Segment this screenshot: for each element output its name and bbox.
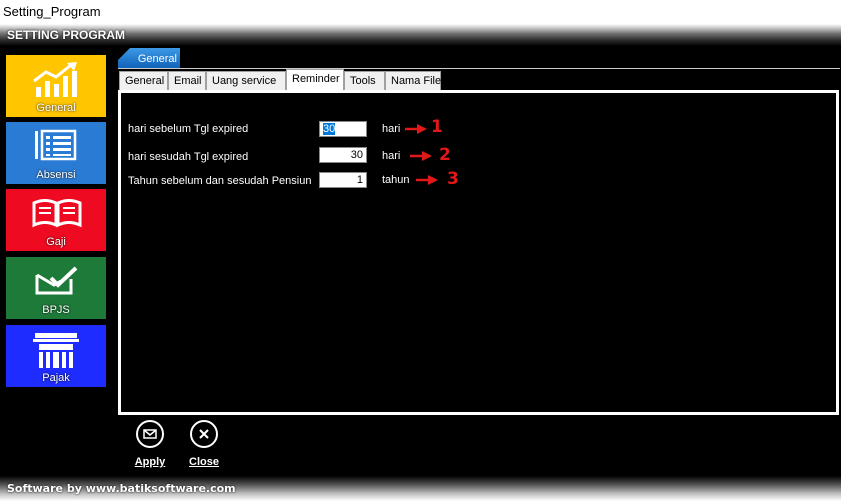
pension-years-input[interactable]: 1: [319, 172, 367, 188]
list-icon: [35, 129, 77, 161]
sidebar-item-label: Pajak: [42, 372, 70, 384]
tab-reminder[interactable]: Reminder: [286, 69, 344, 90]
apply-label: Apply: [134, 456, 166, 468]
tab-uang-service[interactable]: Uang service: [206, 71, 286, 90]
tab-email[interactable]: Email: [168, 71, 206, 90]
expired-before-unit: hari: [382, 123, 401, 135]
sidebar-item-pajak[interactable]: Pajak: [6, 325, 106, 387]
sidebar-item-label: General: [36, 102, 76, 114]
mail-icon: [136, 420, 164, 448]
footer-text: Software by www.batiksoftware.com: [7, 482, 236, 495]
tab-label: Uang service: [212, 75, 277, 87]
sidebar-item-gaji[interactable]: Gaji: [6, 189, 106, 251]
page-title: SETTING PROGRAM: [7, 28, 126, 42]
footer-bar: Software by www.batiksoftware.com: [0, 476, 841, 501]
apply-button[interactable]: Apply: [130, 420, 170, 468]
expired-after-unit: hari: [382, 150, 401, 162]
red-arrow-icon: [405, 124, 427, 134]
sidebar-item-absensi[interactable]: Absensi: [6, 122, 106, 184]
red-arrow-icon: [410, 151, 432, 161]
window-titlebar: Setting_Program: [0, 0, 841, 24]
pension-years-label: Tahun sebelum dan sesudah Pensiun: [128, 175, 312, 187]
tab-label: Email: [174, 75, 202, 87]
building-icon: [33, 333, 79, 368]
marker-number: 2: [439, 145, 451, 165]
expired-after-label: hari sesudah Tgl expired: [128, 151, 249, 163]
marker-number: 1: [431, 117, 443, 137]
group-tab-general[interactable]: General: [118, 48, 180, 68]
red-arrow-icon: [416, 175, 438, 185]
tab-nama-file[interactable]: Nama File: [385, 71, 441, 90]
close-button[interactable]: Close: [184, 420, 224, 468]
close-icon: [190, 420, 218, 448]
expired-before-value: 30: [323, 123, 336, 135]
tab-general[interactable]: General: [119, 71, 168, 90]
reminder-panel: [118, 90, 839, 415]
expired-before-label: hari sebelum Tgl expired: [128, 123, 249, 135]
window-title: Setting_Program: [3, 4, 101, 19]
chart-up-icon: [33, 62, 77, 97]
expired-before-input[interactable]: 30: [319, 121, 367, 137]
sidebar-item-label: BPJS: [42, 304, 70, 316]
sidebar-item-bpjs[interactable]: BPJS: [6, 257, 106, 319]
sidebar-item-label: Absensi: [36, 169, 76, 181]
page-header: SETTING PROGRAM: [0, 24, 841, 46]
tab-tools[interactable]: Tools: [344, 71, 385, 90]
sidebar-item-general[interactable]: General: [6, 55, 106, 117]
tab-label: Tools: [350, 75, 376, 87]
tab-label: Nama File: [391, 75, 442, 87]
book-icon: [32, 199, 82, 228]
tab-label: General: [125, 75, 165, 87]
close-label: Close: [189, 456, 219, 468]
marker-number: 3: [447, 169, 459, 189]
tab-label: Reminder: [292, 73, 340, 85]
expired-after-input[interactable]: 30: [319, 147, 367, 163]
pension-years-unit: tahun: [382, 174, 410, 186]
sidebar-item-label: Gaji: [46, 236, 66, 248]
group-tab-label: General: [137, 53, 177, 65]
group-divider: [118, 68, 840, 69]
check-mail-icon: [35, 266, 78, 295]
